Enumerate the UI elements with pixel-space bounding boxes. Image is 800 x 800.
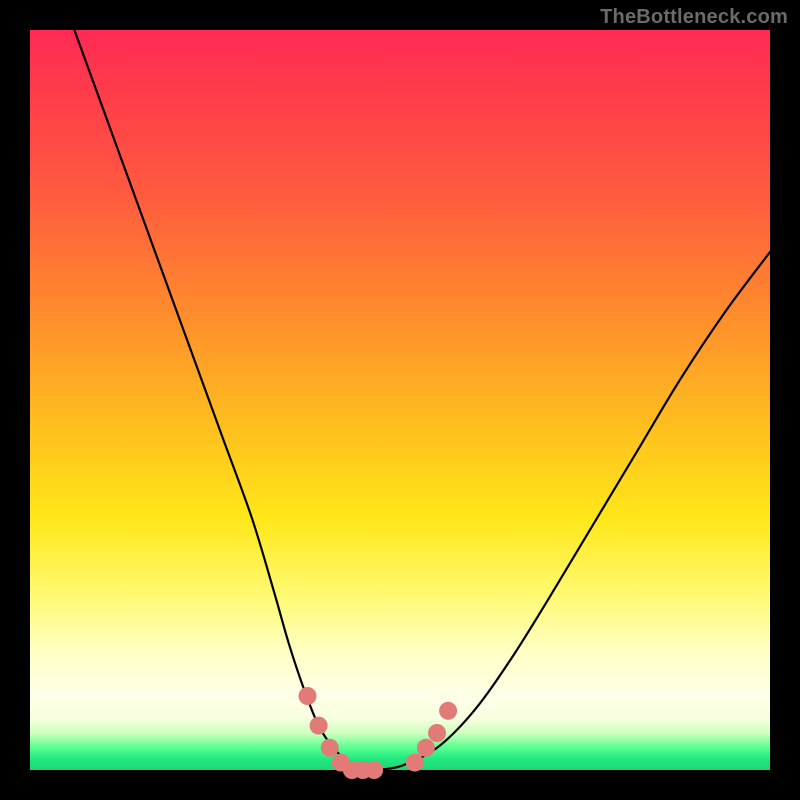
watermark-text: TheBottleneck.com <box>600 6 788 29</box>
highlight-dot <box>417 739 435 757</box>
highlight-dot <box>299 687 317 705</box>
chart-frame: TheBottleneck.com <box>0 0 800 800</box>
highlight-dot <box>310 717 328 735</box>
plot-area <box>30 30 770 770</box>
highlight-dots <box>299 687 458 779</box>
bottleneck-curve <box>74 30 770 771</box>
highlight-dot <box>406 754 424 772</box>
highlight-dot <box>428 724 446 742</box>
highlight-dot <box>321 739 339 757</box>
curve-layer <box>30 30 770 770</box>
highlight-dot <box>439 702 457 720</box>
highlight-dot <box>365 761 383 779</box>
